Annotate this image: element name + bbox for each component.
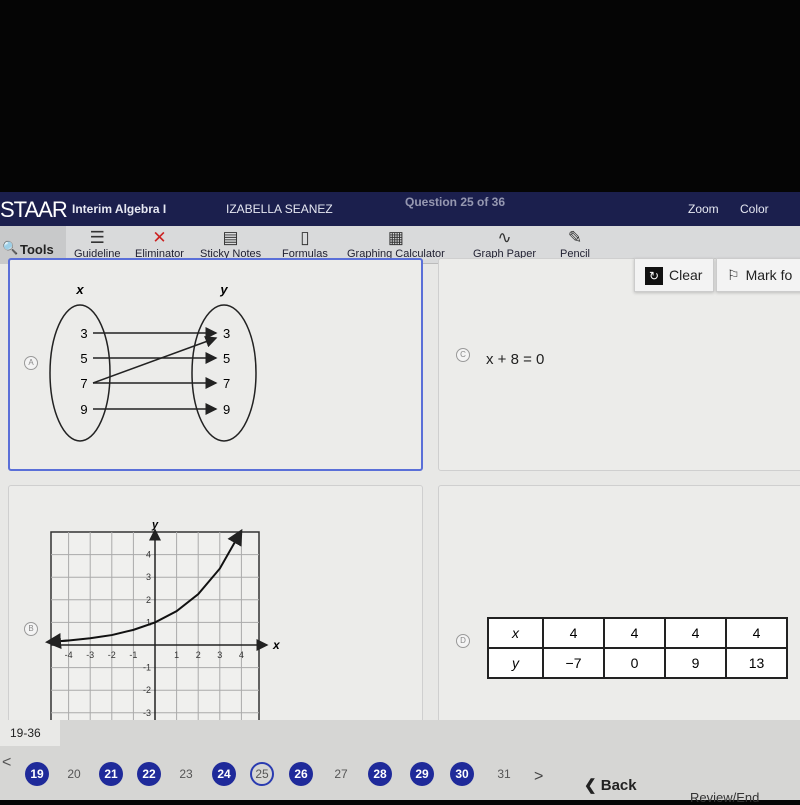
navigation-bar: 19-36 < 19 20 21 22 23 24 25 26 27 28 29 30 31 > ❮ B… bbox=[0, 720, 800, 805]
page-button-31[interactable]: 31 bbox=[492, 762, 516, 786]
domain-value: 3 bbox=[80, 326, 87, 341]
domain-value: 9 bbox=[80, 402, 87, 417]
domain-value: 5 bbox=[80, 351, 87, 366]
y-label: y bbox=[219, 282, 228, 297]
prev-page-button[interactable]: < bbox=[2, 754, 11, 772]
x-tick-label: 1 bbox=[174, 650, 179, 660]
exponential-graph: xy-4 -3 -2 -1 1 2 3 44321-1-2-3 bbox=[45, 519, 281, 726]
x-tick-label: 4 bbox=[239, 650, 244, 660]
x-header: x bbox=[487, 617, 544, 649]
x-cell: 4 bbox=[725, 617, 788, 649]
page-button-22[interactable]: 22 bbox=[137, 762, 161, 786]
page-button-28[interactable]: 28 bbox=[368, 762, 392, 786]
question-range[interactable]: 19-36 bbox=[0, 720, 60, 746]
y-axis-label: y bbox=[151, 519, 159, 531]
range-value: 5 bbox=[223, 351, 230, 366]
mapping-arrow bbox=[92, 335, 218, 384]
page-button-26[interactable]: 26 bbox=[289, 762, 313, 786]
x-axis-label: x bbox=[272, 638, 281, 652]
x-tick-label: 2 bbox=[196, 650, 201, 660]
y-tick-label: 3 bbox=[146, 572, 151, 582]
page-button-20[interactable]: 20 bbox=[62, 762, 86, 786]
y-cell: 9 bbox=[664, 647, 727, 679]
review-end-button[interactable]: Review/End bbox=[690, 790, 759, 805]
range-value: 7 bbox=[223, 376, 230, 391]
range-value: 3 bbox=[223, 326, 230, 341]
x-label: x bbox=[75, 282, 84, 297]
x-cell: 4 bbox=[603, 617, 666, 649]
table-d: x4444 y −7 0 9 13 bbox=[487, 617, 788, 679]
page-button-29[interactable]: 29 bbox=[410, 762, 434, 786]
chevron-left-icon: ❮ bbox=[584, 777, 601, 794]
back-button[interactable]: ❮ Back bbox=[584, 776, 637, 794]
x-tick-label: -3 bbox=[86, 650, 94, 660]
y-tick-label: 4 bbox=[146, 550, 151, 560]
page-button-23[interactable]: 23 bbox=[174, 762, 198, 786]
x-cell: 4 bbox=[542, 617, 605, 649]
page-button-25[interactable]: 25 bbox=[250, 762, 274, 786]
page-button-24[interactable]: 24 bbox=[212, 762, 236, 786]
equation-c: x + 8 = 0 bbox=[486, 351, 545, 368]
next-page-button[interactable]: > bbox=[534, 768, 543, 786]
page-button-21[interactable]: 21 bbox=[99, 762, 123, 786]
x-tick-label: -2 bbox=[108, 650, 116, 660]
answer-figures: x y35793579 xy-4 -3 -2 -1 1 2 3 44321-1-2-3 bbox=[45, 282, 281, 726]
back-label: Back bbox=[600, 777, 637, 794]
page-button-30[interactable]: 30 bbox=[450, 762, 474, 786]
page-button-19[interactable]: 19 bbox=[25, 762, 49, 786]
x-tick-label: -4 bbox=[65, 650, 73, 660]
y-tick-label: -1 bbox=[143, 663, 151, 673]
mapping-diagram: x y 3 5 7 9 3 5 7 9 bbox=[49, 282, 257, 442]
x-tick-label: 3 bbox=[217, 650, 222, 660]
x-tick-label: -1 bbox=[129, 650, 137, 660]
range-value: 9 bbox=[223, 402, 230, 417]
y-cell: 13 bbox=[725, 647, 788, 679]
y-cell: −7 bbox=[542, 647, 605, 679]
y-header: y bbox=[487, 647, 544, 679]
y-cell: 0 bbox=[603, 647, 666, 679]
x-cell: 4 bbox=[664, 617, 727, 649]
y-tick-label: 2 bbox=[146, 595, 151, 605]
page-button-27[interactable]: 27 bbox=[329, 762, 353, 786]
domain-value: 7 bbox=[80, 376, 87, 391]
y-tick-label: -3 bbox=[143, 708, 151, 718]
y-tick-label: -2 bbox=[143, 685, 151, 695]
